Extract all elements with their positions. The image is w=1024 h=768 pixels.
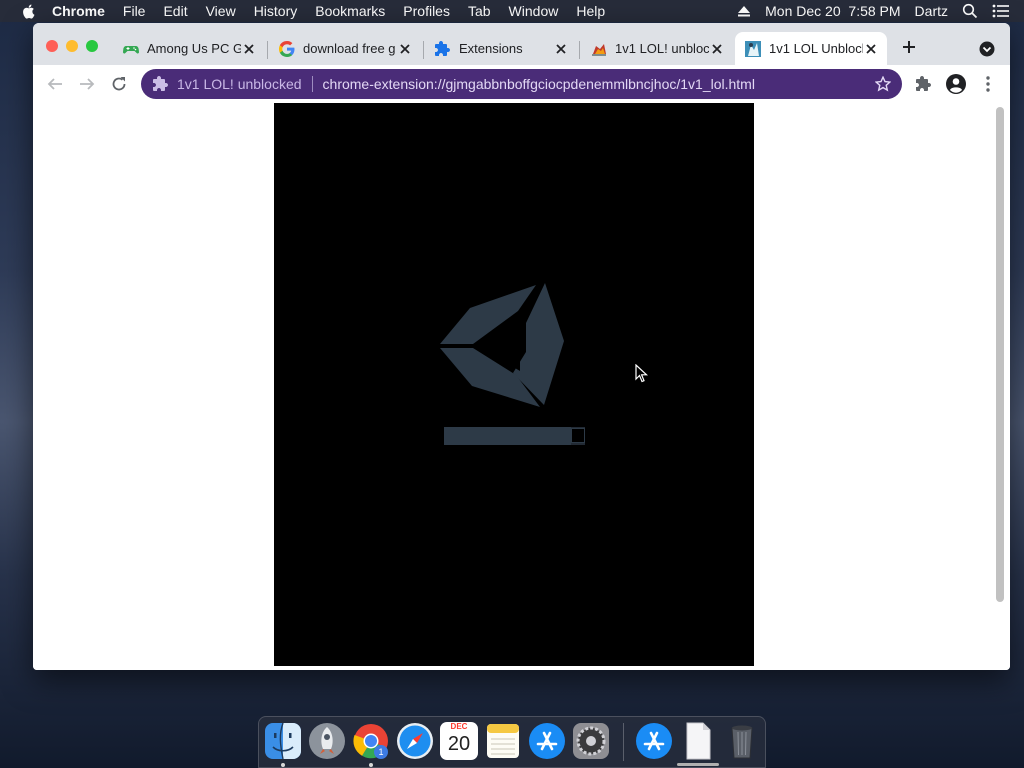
vertical-scrollbar[interactable] — [995, 107, 1005, 664]
menu-bar: Chrome File Edit View History Bookmarks … — [0, 0, 1024, 22]
tab-close-icon[interactable] — [863, 41, 879, 57]
dock-separator — [623, 723, 624, 761]
tab-close-icon[interactable] — [241, 41, 257, 57]
window-close-button[interactable] — [46, 40, 58, 52]
tab-separator — [267, 41, 268, 59]
app-store-icon[interactable] — [528, 722, 566, 760]
address-bar[interactable]: 1v1 LOL! unblocked chrome-extension://gj… — [141, 69, 902, 99]
tab-separator — [579, 41, 580, 59]
tab-title: Extensions — [459, 41, 523, 56]
system-preferences-icon[interactable] — [572, 722, 610, 760]
back-arrow-icon — [47, 78, 62, 90]
tab-title: Among Us PC G — [147, 41, 241, 56]
avatar-icon — [946, 74, 966, 94]
document-icon[interactable] — [679, 722, 717, 760]
menu-bar-clock[interactable]: Mon Dec 20 7:58 PM — [765, 3, 900, 19]
back-button[interactable] — [45, 74, 65, 94]
reload-icon — [112, 77, 126, 91]
menu-bar-user[interactable]: Dartz — [915, 3, 948, 19]
chrome-badge: 1 — [374, 745, 388, 759]
tab-close-icon[interactable] — [709, 41, 725, 57]
menu-app-chrome[interactable]: Chrome — [52, 3, 105, 19]
extensions-puzzle-icon — [916, 76, 931, 91]
tab-title: download free g — [303, 41, 396, 56]
calendar-month: DEC — [450, 722, 468, 731]
tab-close-icon[interactable] — [553, 41, 569, 57]
menu-bookmarks[interactable]: Bookmarks — [315, 3, 385, 19]
page-content — [33, 103, 1010, 670]
tab-separator — [423, 41, 424, 59]
trash-icon[interactable] — [723, 722, 761, 760]
finder-running-indicator — [281, 763, 285, 767]
window-minimize-button[interactable] — [66, 40, 78, 52]
calendar-icon[interactable]: DEC 20 — [440, 722, 478, 760]
downloads-stack-indicator — [677, 763, 719, 766]
loading-progress-fill — [444, 427, 571, 445]
app-store-downloads-icon[interactable] — [635, 722, 673, 760]
gamepad-icon — [123, 45, 139, 54]
scrollbar-thumb[interactable] — [996, 107, 1004, 602]
extension-name-chip[interactable]: 1v1 LOL! unblocked — [177, 76, 302, 92]
chrome-running-indicator — [369, 763, 373, 767]
tab-search-icon[interactable] — [979, 41, 995, 57]
safari-icon[interactable] — [396, 722, 434, 760]
mouse-pointer-icon — [635, 364, 649, 383]
chrome-menu-button[interactable] — [978, 74, 998, 94]
google-icon — [279, 40, 295, 57]
url-text[interactable]: chrome-extension://gjmgabbnboffgciocpden… — [323, 76, 875, 92]
tab-among-us[interactable]: Among Us PC G — [113, 32, 265, 65]
game-canvas[interactable] — [274, 103, 754, 666]
forward-button[interactable] — [77, 74, 97, 94]
omnibox-divider — [311, 76, 313, 92]
spotlight-search-icon[interactable] — [962, 3, 978, 19]
tab-title: 1v1 LOL! unbloc — [615, 41, 709, 56]
menu-window[interactable]: Window — [509, 3, 559, 19]
tab-1v1-lol-unblock-active[interactable]: 1v1 LOL Unblock — [735, 32, 887, 65]
loading-progress-bar — [444, 427, 585, 445]
menu-bar-status-area: Mon Dec 20 7:58 PM Dartz — [737, 0, 1024, 22]
tab-close-icon[interactable] — [397, 41, 413, 57]
forward-arrow-icon — [80, 78, 95, 90]
tab-strip: Among Us PC G download free g Extensions… — [33, 23, 1010, 65]
unity-logo-icon — [440, 283, 564, 407]
game-thumbnail-icon — [592, 43, 606, 56]
menu-help[interactable]: Help — [576, 3, 605, 19]
extension-puzzle-icon — [153, 76, 168, 91]
puzzle-icon — [435, 40, 450, 56]
eject-icon[interactable] — [737, 4, 751, 18]
menu-view[interactable]: View — [206, 3, 236, 19]
finder-icon[interactable] — [264, 722, 302, 760]
browser-toolbar: 1v1 LOL! unblocked chrome-extension://gj… — [33, 65, 1010, 104]
game-thumbnail-icon — [745, 40, 761, 57]
menu-edit[interactable]: Edit — [163, 3, 187, 19]
extensions-button[interactable] — [914, 74, 934, 94]
menu-tab[interactable]: Tab — [468, 3, 491, 19]
tab-extensions[interactable]: Extensions — [425, 32, 577, 65]
tab-1v1-lol-unblocked[interactable]: 1v1 LOL! unbloc — [581, 32, 733, 65]
new-tab-icon[interactable] — [901, 39, 917, 55]
menu-file[interactable]: File — [123, 3, 146, 19]
kebab-menu-icon — [986, 76, 990, 92]
notes-icon[interactable] — [484, 722, 522, 760]
menu-history[interactable]: History — [254, 3, 298, 19]
profile-button[interactable] — [946, 74, 966, 94]
loading-progress-end — [571, 428, 585, 443]
launchpad-icon[interactable] — [308, 722, 346, 760]
menu-profiles[interactable]: Profiles — [403, 3, 450, 19]
window-zoom-button[interactable] — [86, 40, 98, 52]
dock: 1 DEC 20 — [258, 716, 766, 768]
reload-button[interactable] — [109, 74, 129, 94]
tab-title: 1v1 LOL Unblock — [769, 41, 863, 56]
calendar-day: 20 — [447, 733, 471, 755]
bookmark-star-icon[interactable] — [875, 76, 891, 92]
apple-icon[interactable] — [19, 3, 39, 19]
browser-window: Among Us PC G download free g Extensions… — [33, 23, 1010, 670]
control-center-icon[interactable] — [992, 4, 1010, 18]
tab-download-search[interactable]: download free g — [269, 32, 421, 65]
